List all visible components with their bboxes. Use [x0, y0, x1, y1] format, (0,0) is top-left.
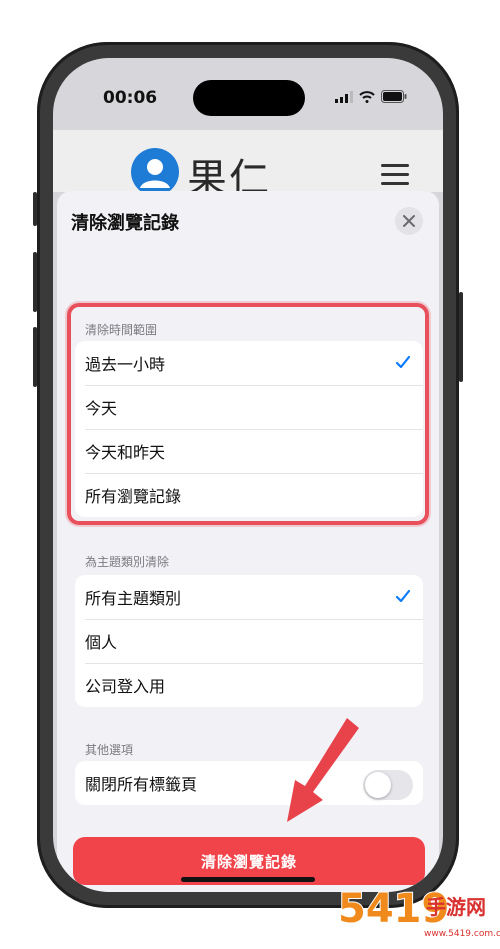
watermark: 5419 手游网 www.5419.com.cn [334, 876, 500, 945]
avatar-icon [131, 148, 179, 196]
signal-icon [335, 90, 353, 103]
clear-history-sheet: 清除瀏覽記錄 清除時間範圍 過去一小時 今天 今天和昨天 所有瀏覽記錄 為主題類… [57, 191, 439, 892]
status-time: 00:06 [103, 88, 158, 108]
close-all-tabs-toggle[interactable] [363, 770, 413, 800]
other-options-header: 其他選項 [85, 743, 134, 757]
power-button [459, 292, 463, 382]
hamburger-icon[interactable] [381, 164, 409, 191]
dynamic-island [193, 80, 305, 116]
svg-text:www.5419.com.cn: www.5419.com.cn [424, 929, 500, 939]
phone-frame: 00:06 果仁 清除瀏覽記錄 清除時間範圍 過去一小時 今天 今天和昨天 所有… [33, 42, 463, 908]
close-all-tabs-row: 關閉所有標籤頁 [75, 761, 423, 805]
action-button [33, 192, 37, 226]
option-label: 所有主題類別 [85, 589, 182, 608]
volume-down-button [33, 327, 37, 387]
svg-text:手游网: 手游网 [426, 895, 486, 919]
sheet-title: 清除瀏覽記錄 [71, 213, 179, 234]
screen: 00:06 果仁 清除瀏覽記錄 清除時間範圍 過去一小時 今天 今天和昨天 所有… [53, 58, 443, 892]
profiles-header: 為主題類別清除 [85, 555, 170, 569]
annotation-highlight [67, 303, 429, 525]
option-label: 個人 [85, 633, 118, 652]
wifi-icon [359, 90, 375, 103]
profile-option-all[interactable]: 所有主題類別 [75, 575, 423, 619]
volume-up-button [33, 252, 37, 312]
profiles-group: 所有主題類別 個人 公司登入用 [75, 575, 423, 707]
option-label: 公司登入用 [85, 677, 166, 696]
battery-icon [381, 90, 407, 103]
profile-option-personal[interactable]: 個人 [75, 619, 423, 663]
other-options-group: 關閉所有標籤頁 [75, 761, 423, 805]
close-icon [403, 215, 415, 227]
arrow-icon [287, 718, 359, 822]
checkmark-icon [395, 589, 411, 603]
home-indicator [181, 877, 315, 882]
close-all-tabs-label: 關閉所有標籤頁 [85, 775, 198, 794]
toggle-knob [365, 772, 391, 798]
status-icons [335, 90, 407, 103]
close-button[interactable] [395, 207, 423, 235]
profile-option-work[interactable]: 公司登入用 [75, 663, 423, 707]
